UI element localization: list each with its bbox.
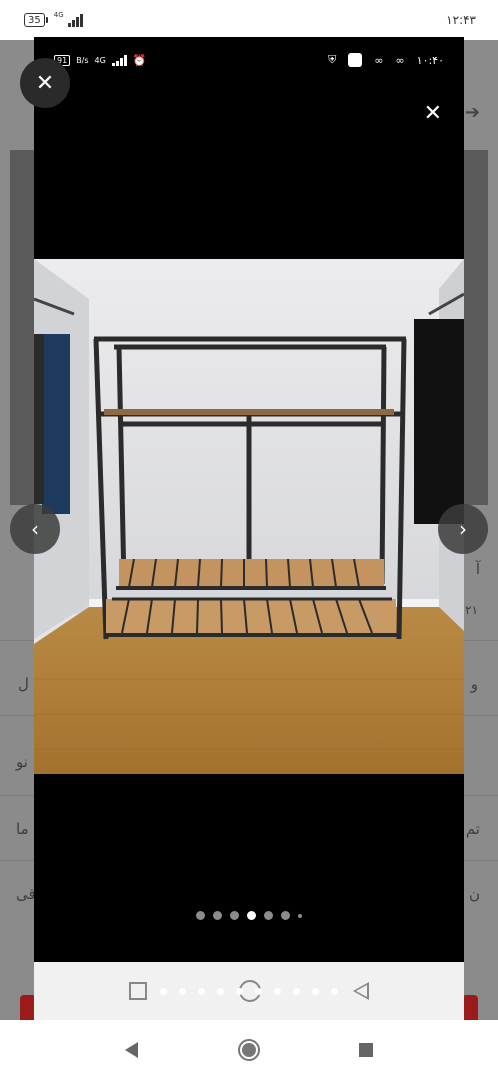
network-type: 4G: [53, 11, 64, 19]
background-text-7: تم: [465, 820, 480, 838]
previous-image-button[interactable]: ‹: [10, 504, 60, 554]
vr-icon-2: ∞: [395, 53, 405, 67]
inner-close-icon[interactable]: ✕: [424, 103, 442, 125]
app-icon: [348, 53, 363, 67]
screen: 35 4G ۱۲:۴۳ ➔ آ ۲۱ ل و نو ما تم قی ن 91 …: [0, 0, 498, 1080]
pagination-dot[interactable]: [213, 911, 222, 920]
background-text-1: آ: [475, 560, 480, 578]
chevron-left-icon: ‹: [31, 517, 39, 541]
background-text-9: ن: [468, 885, 480, 903]
navigation-bar: [0, 1020, 498, 1080]
nav-back-icon[interactable]: [125, 1042, 138, 1058]
background-text-8: قی: [16, 885, 36, 903]
status-time: ۱۲:۴۳: [446, 13, 476, 27]
battery-icon: 35: [24, 13, 48, 27]
nav-home-icon[interactable]: [237, 1039, 260, 1061]
close-button[interactable]: ✕: [20, 58, 70, 108]
chevron-right-icon: ›: [459, 517, 467, 541]
inner-navigation-bar: [34, 962, 464, 1020]
recents-icon[interactable]: [129, 982, 147, 1000]
inner-signal-icon: [111, 54, 127, 66]
status-left: 35 4G: [24, 11, 83, 27]
pagination-dot[interactable]: [196, 911, 205, 920]
pagination-dot[interactable]: [281, 911, 290, 920]
inner-speed: B/s: [76, 55, 89, 65]
nav-recents-icon[interactable]: [359, 1043, 373, 1057]
next-image-button[interactable]: ›: [438, 504, 488, 554]
product-photo: [34, 259, 464, 774]
alarm-icon: ⏰: [132, 53, 147, 67]
inner-network-type: 4G: [94, 55, 106, 65]
background-text-5: نو: [16, 753, 28, 771]
background-text-3: ل: [18, 675, 29, 693]
pagination-dot-active[interactable]: [247, 911, 256, 920]
pagination-dot[interactable]: [230, 911, 239, 920]
background-text-2: ۲۱: [465, 603, 478, 617]
vr-icon: ∞: [374, 53, 384, 67]
forward-arrow-icon: ➔: [464, 102, 480, 123]
signal-icon: [67, 13, 83, 27]
back-icon[interactable]: [353, 982, 369, 1000]
home-icon[interactable]: [239, 980, 261, 1002]
status-bar: 35 4G ۱۲:۴۳: [0, 0, 498, 40]
background-text-6: ما: [16, 820, 29, 838]
close-icon: ✕: [35, 70, 55, 96]
image-viewer: 91 B/s 4G ⏰ ⛨ ∞ ∞ ۱۰:۴۰ ✕: [34, 37, 464, 962]
gallery-pagination: [34, 911, 464, 920]
background-text-4: و: [470, 675, 478, 693]
pagination-dot[interactable]: [298, 913, 302, 918]
inner-status-bar: 91 B/s 4G ⏰ ⛨ ∞ ∞ ۱۰:۴۰: [34, 47, 464, 73]
shield-icon: ⛨: [328, 53, 337, 66]
pagination-dot[interactable]: [264, 911, 273, 920]
battery-level: 35: [24, 13, 45, 27]
inner-time: ۱۰:۴۰: [416, 53, 444, 67]
